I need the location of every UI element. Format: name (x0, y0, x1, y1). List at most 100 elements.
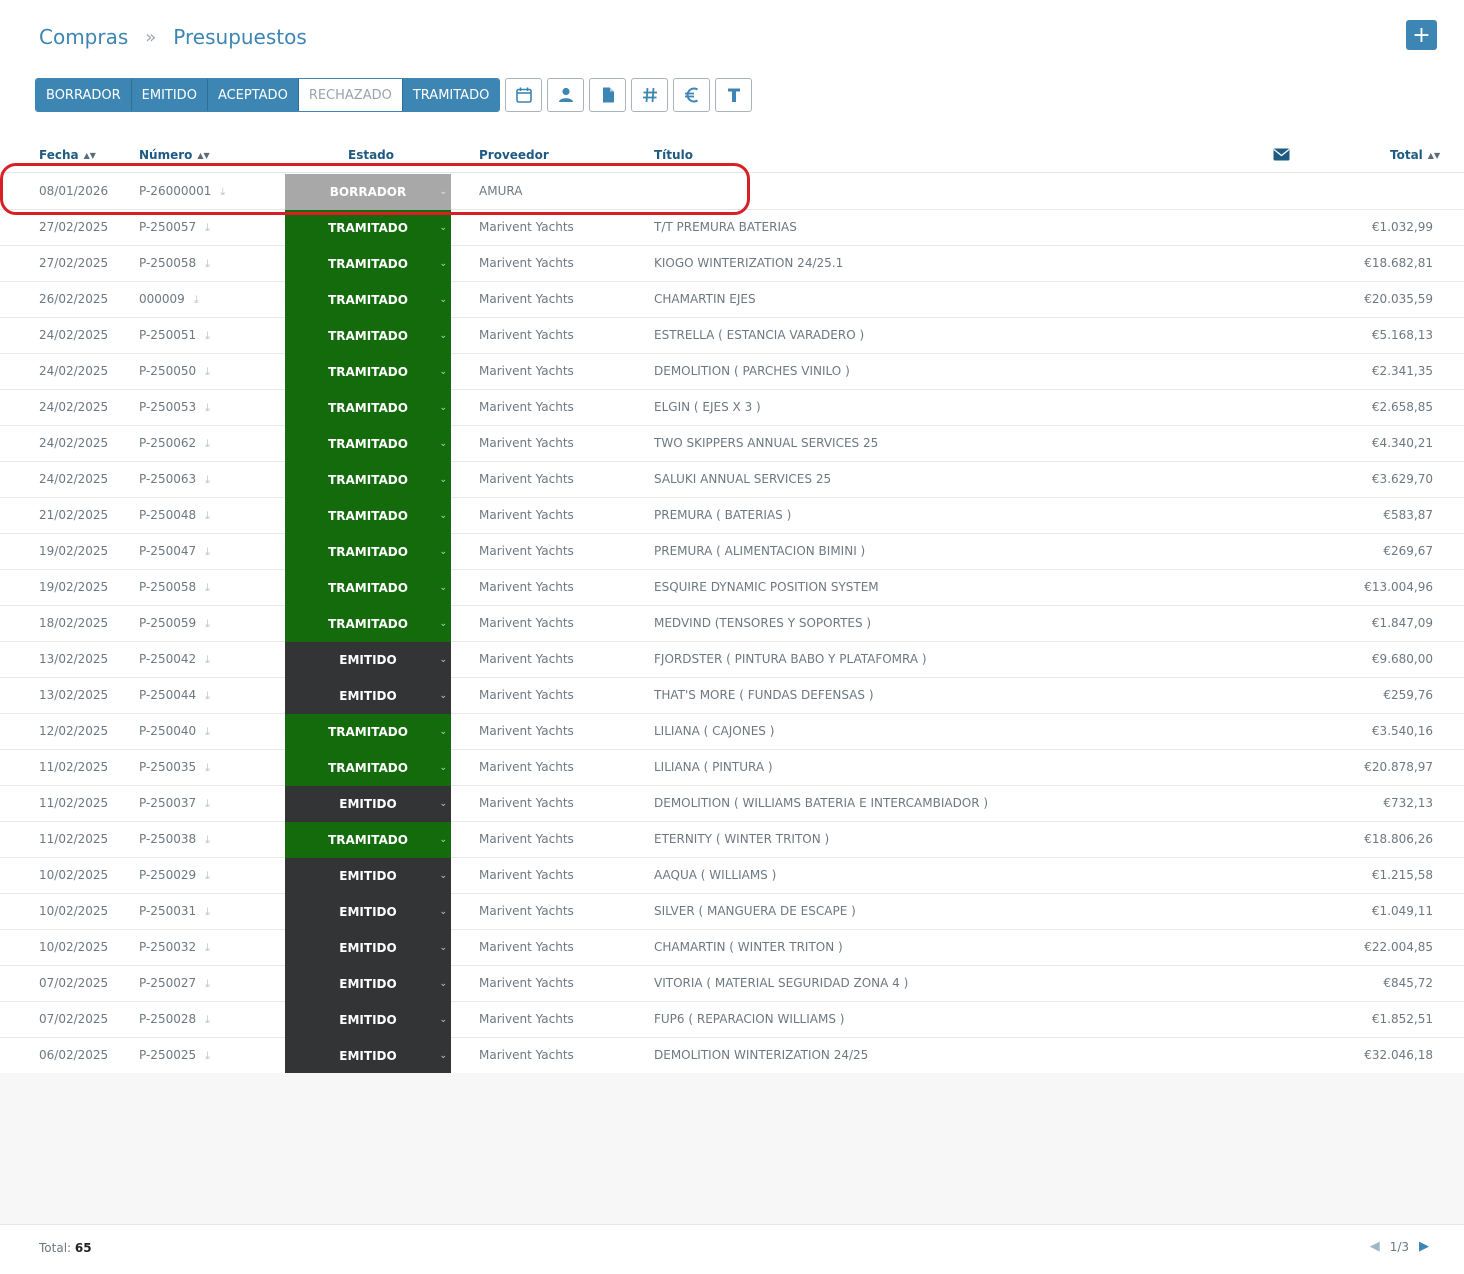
row-numero-text[interactable]: P-250050 (139, 364, 196, 378)
row-numero-text[interactable]: P-250029 (139, 868, 196, 882)
table-row[interactable]: 24/02/2025 P-250050 ⤓ TRAMITADO ⌄ Marivent Ya… (0, 354, 1464, 390)
row-numero-text[interactable]: P-250058 (139, 580, 196, 594)
status-select[interactable]: TRAMITADO ⌄ (285, 354, 451, 390)
prev-page-icon[interactable]: ◀ (1370, 1239, 1380, 1254)
table-row[interactable]: 11/02/2025 P-250037 ⤓ EMITIDO ⌄ Marivent Yach… (0, 786, 1464, 822)
row-numero-text[interactable]: P-250048 (139, 508, 196, 522)
download-icon[interactable]: ⤓ (205, 1038, 210, 1073)
download-icon[interactable]: ⤓ (205, 966, 210, 1001)
download-icon[interactable]: ⤓ (205, 354, 210, 389)
filter-tramitado[interactable]: TRAMITADO (402, 79, 500, 111)
table-row[interactable]: 24/02/2025 P-250051 ⤓ TRAMITADO ⌄ Marivent Ya… (0, 318, 1464, 354)
table-row[interactable]: 13/02/2025 P-250044 ⤓ EMITIDO ⌄ Marivent Yach… (0, 678, 1464, 714)
add-button[interactable]: + (1406, 20, 1437, 50)
download-icon[interactable]: ⤓ (205, 822, 210, 857)
status-select[interactable]: TRAMITADO ⌄ (285, 714, 451, 750)
amount-filter-button[interactable] (673, 78, 711, 112)
table-row[interactable]: 10/02/2025 P-250029 ⤓ EMITIDO ⌄ Marivent Yach… (0, 858, 1464, 894)
table-row[interactable]: 13/02/2025 P-250042 ⤓ EMITIDO ⌄ Marivent Yach… (0, 642, 1464, 678)
filter-emitido[interactable]: EMITIDO (131, 79, 208, 111)
status-select[interactable]: TRAMITADO ⌄ (285, 426, 451, 462)
column-numero[interactable]: Número ▲▼ (139, 148, 210, 162)
download-icon[interactable]: ⤓ (205, 930, 210, 965)
row-numero-text[interactable]: P-250037 (139, 796, 196, 810)
status-select[interactable]: TRAMITADO ⌄ (285, 534, 451, 570)
download-icon[interactable]: ⤓ (205, 750, 210, 785)
row-numero-text[interactable]: P-250042 (139, 652, 196, 666)
download-icon[interactable]: ⤓ (205, 642, 210, 677)
status-select[interactable]: EMITIDO ⌄ (285, 642, 451, 678)
table-row[interactable]: 08/01/2026 P-26000001 ⤓ BORRADOR ⌄ AMURA (0, 174, 1464, 210)
download-icon[interactable]: ⤓ (220, 174, 225, 209)
filter-rechazado[interactable]: RECHAZADO (298, 79, 403, 111)
download-icon[interactable]: ⤓ (205, 786, 210, 821)
row-numero-text[interactable]: P-250040 (139, 724, 196, 738)
filter-borrador[interactable]: BORRADOR (36, 79, 132, 111)
row-numero-text[interactable]: P-250047 (139, 544, 196, 558)
status-select[interactable]: TRAMITADO ⌄ (285, 570, 451, 606)
status-select[interactable]: EMITIDO ⌄ (285, 786, 451, 822)
table-row[interactable]: 06/02/2025 P-250025 ⤓ EMITIDO ⌄ Marivent Yach… (0, 1038, 1464, 1074)
status-select[interactable]: EMITIDO ⌄ (285, 858, 451, 894)
table-row[interactable]: 27/02/2025 P-250057 ⤓ TRAMITADO ⌄ Marivent Ya… (0, 210, 1464, 246)
row-numero-text[interactable]: P-26000001 (139, 184, 211, 198)
title-filter-button[interactable] (715, 78, 753, 112)
document-filter-button[interactable] (589, 78, 627, 112)
row-numero-text[interactable]: P-250051 (139, 328, 196, 342)
status-select[interactable]: TRAMITADO ⌄ (285, 462, 451, 498)
status-select[interactable]: EMITIDO ⌄ (285, 966, 451, 1002)
table-row[interactable]: 10/02/2025 P-250031 ⤓ EMITIDO ⌄ Marivent Yach… (0, 894, 1464, 930)
status-select[interactable]: EMITIDO ⌄ (285, 678, 451, 714)
row-numero-text[interactable]: P-250031 (139, 904, 196, 918)
status-select[interactable]: TRAMITADO ⌄ (285, 318, 451, 354)
filter-aceptado[interactable]: ACEPTADO (207, 79, 299, 111)
status-select[interactable]: TRAMITADO ⌄ (285, 498, 451, 534)
row-numero-text[interactable]: P-250038 (139, 832, 196, 846)
table-row[interactable]: 19/02/2025 P-250047 ⤓ TRAMITADO ⌄ Marivent Ya… (0, 534, 1464, 570)
row-numero-text[interactable]: P-250053 (139, 400, 196, 414)
status-select[interactable]: TRAMITADO ⌄ (285, 606, 451, 642)
table-row[interactable]: 11/02/2025 P-250035 ⤓ TRAMITADO ⌄ Marivent Ya… (0, 750, 1464, 786)
column-fecha[interactable]: Fecha ▲▼ (39, 148, 96, 162)
number-filter-button[interactable] (631, 78, 669, 112)
row-numero-text[interactable]: P-250035 (139, 760, 196, 774)
status-select[interactable]: TRAMITADO ⌄ (285, 210, 451, 246)
table-row[interactable]: 26/02/2025 000009 ⤓ TRAMITADO ⌄ Marivent Yach… (0, 282, 1464, 318)
download-icon[interactable]: ⤓ (205, 678, 210, 713)
row-numero-text[interactable]: P-250025 (139, 1048, 196, 1062)
download-icon[interactable]: ⤓ (205, 894, 210, 929)
status-select[interactable]: EMITIDO ⌄ (285, 930, 451, 966)
table-row[interactable]: 07/02/2025 P-250027 ⤓ EMITIDO ⌄ Marivent Yach… (0, 966, 1464, 1002)
download-icon[interactable]: ⤓ (205, 426, 210, 461)
row-numero-text[interactable]: P-250059 (139, 616, 196, 630)
next-page-icon[interactable]: ▶ (1419, 1239, 1429, 1254)
table-row[interactable]: 18/02/2025 P-250059 ⤓ TRAMITADO ⌄ Marivent Ya… (0, 606, 1464, 642)
download-icon[interactable]: ⤓ (205, 714, 210, 749)
status-select[interactable]: TRAMITADO ⌄ (285, 822, 451, 858)
table-row[interactable]: 24/02/2025 P-250053 ⤓ TRAMITADO ⌄ Marivent Ya… (0, 390, 1464, 426)
download-icon[interactable]: ⤓ (205, 462, 210, 497)
download-icon[interactable]: ⤓ (205, 210, 210, 245)
download-icon[interactable]: ⤓ (205, 606, 210, 641)
table-row[interactable]: 11/02/2025 P-250038 ⤓ TRAMITADO ⌄ Marivent Ya… (0, 822, 1464, 858)
table-row[interactable]: 19/02/2025 P-250058 ⤓ TRAMITADO ⌄ Marivent Ya… (0, 570, 1464, 606)
status-select[interactable]: BORRADOR ⌄ (285, 174, 451, 210)
user-filter-button[interactable] (547, 78, 585, 112)
table-row[interactable]: 27/02/2025 P-250058 ⤓ TRAMITADO ⌄ Marivent Ya… (0, 246, 1464, 282)
table-row[interactable]: 12/02/2025 P-250040 ⤓ TRAMITADO ⌄ Marivent Ya… (0, 714, 1464, 750)
breadcrumb-compras[interactable]: Compras (39, 25, 128, 49)
row-numero-text[interactable]: P-250032 (139, 940, 196, 954)
download-icon[interactable]: ⤓ (205, 570, 210, 605)
status-select[interactable]: TRAMITADO ⌄ (285, 282, 451, 318)
status-select[interactable]: EMITIDO ⌄ (285, 1002, 451, 1038)
download-icon[interactable]: ⤓ (205, 858, 210, 893)
download-icon[interactable]: ⤓ (205, 318, 210, 353)
status-select[interactable]: TRAMITADO ⌄ (285, 390, 451, 426)
table-row[interactable]: 10/02/2025 P-250032 ⤓ EMITIDO ⌄ Marivent Yach… (0, 930, 1464, 966)
row-numero-text[interactable]: P-250062 (139, 436, 196, 450)
table-row[interactable]: 24/02/2025 P-250062 ⤓ TRAMITADO ⌄ Marivent Ya… (0, 426, 1464, 462)
download-icon[interactable]: ⤓ (205, 498, 210, 533)
table-row[interactable]: 07/02/2025 P-250028 ⤓ EMITIDO ⌄ Marivent Yach… (0, 1002, 1464, 1038)
row-numero-text[interactable]: P-250044 (139, 688, 196, 702)
row-numero-text[interactable]: P-250058 (139, 256, 196, 270)
